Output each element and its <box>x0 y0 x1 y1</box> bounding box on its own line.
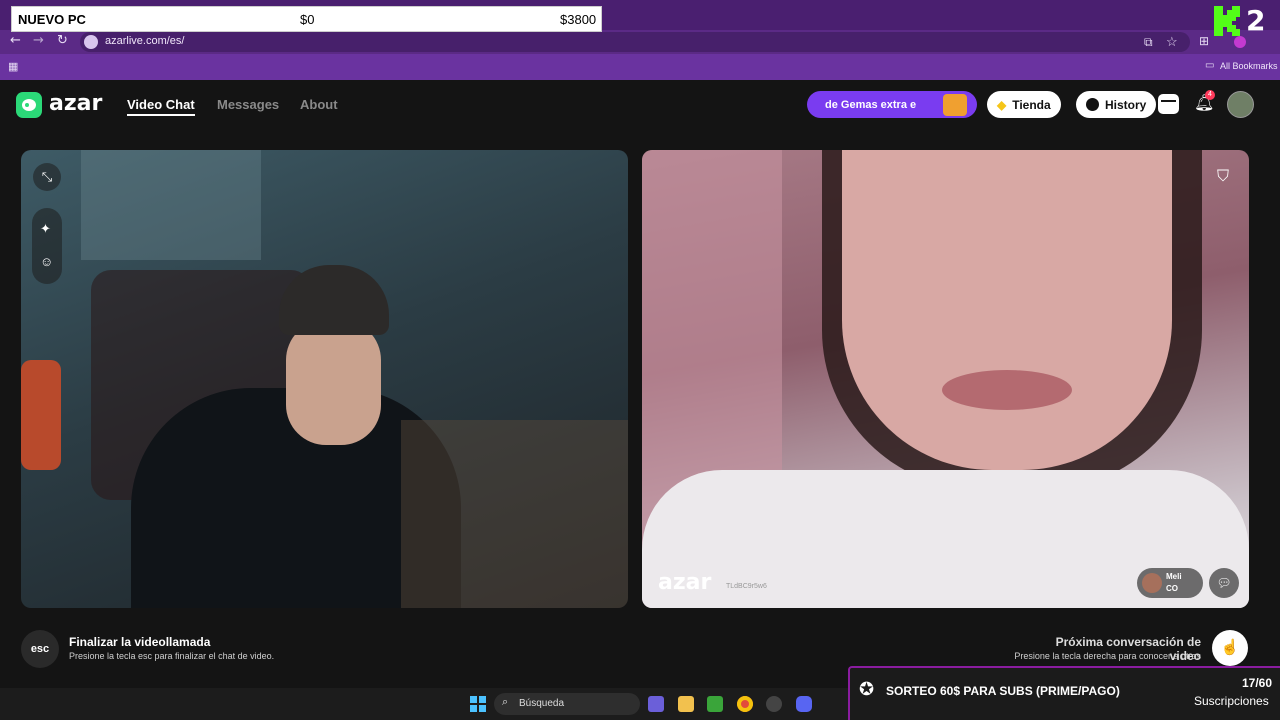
obs-app-icon[interactable] <box>766 696 782 712</box>
esc-key-button[interactable]: esc <box>21 630 59 668</box>
gems-promo-text: de Gemas extra e <box>825 98 917 111</box>
bookmark-star-icon[interactable]: ☆ <box>1166 34 1178 50</box>
apps-grid-icon[interactable]: ▦ <box>8 60 18 73</box>
stream-number: 2 <box>1246 4 1266 37</box>
local-video: ⤡ ✦ ☺ <box>21 150 628 608</box>
logo-text[interactable]: azar <box>49 91 102 116</box>
goal-target: $3800 <box>560 12 597 27</box>
person-face <box>286 320 381 445</box>
kick-badge: 2 <box>1212 4 1276 38</box>
diamond-icon: ◆ <box>997 97 1007 112</box>
bookmarks-bar: ▦ ▭ All Bookmarks <box>0 54 1280 80</box>
next-call-button[interactable]: ☝ <box>1212 630 1248 666</box>
treasure-chest-icon <box>943 94 967 116</box>
wall-shape <box>81 150 261 260</box>
discord-app-icon[interactable] <box>796 696 812 712</box>
reload-icon[interactable]: ↻ <box>57 33 68 48</box>
sub-goal-overlay: ✪ SORTEO 60$ PARA SUBS (PRIME/PAGO) 17/6… <box>848 666 1280 720</box>
windows-start-icon[interactable] <box>470 696 486 712</box>
next-call-description: Presione la tecla derecha para conocer a… <box>1014 651 1201 661</box>
remote-video: ⛉ azar TLdBC9r5w6 Meli CO 💬︎ <box>642 150 1249 608</box>
extensions-icon[interactable]: ⊞ <box>1199 34 1209 48</box>
avatar[interactable] <box>1227 91 1254 118</box>
meet-app-icon[interactable] <box>648 696 664 712</box>
sub-goal-label: Suscripciones <box>1194 694 1269 708</box>
azar-watermark: azar <box>658 570 712 595</box>
store-button[interactable]: ◆ Tienda <box>987 91 1061 118</box>
taskbar-search[interactable]: ⌕ Búsqueda <box>494 693 640 715</box>
partner-country: CO <box>1166 584 1178 593</box>
nav-video-chat[interactable]: Video Chat <box>127 97 195 116</box>
search-placeholder: Búsqueda <box>519 698 565 709</box>
remote-face <box>842 150 1172 470</box>
end-call-description: Presione la tecla esc para finalizar el … <box>69 651 275 661</box>
nav-about[interactable]: About <box>300 97 338 112</box>
address-bar[interactable]: azarlive.com/es/ <box>80 32 1190 52</box>
effects-toolbar: ✦ ☺ <box>32 208 62 284</box>
history-label: History <box>1105 97 1147 112</box>
nav-messages[interactable]: Messages <box>217 97 279 112</box>
floor-shape <box>401 420 628 608</box>
partner-name: Meli <box>1166 572 1182 581</box>
partner-avatar <box>1142 573 1162 593</box>
clock-icon <box>1086 98 1099 111</box>
azar-logo-icon[interactable] <box>16 92 42 118</box>
chat-bubble-icon[interactable]: 💬︎ <box>1209 568 1239 598</box>
gems-promo-button[interactable]: de Gemas extra e <box>807 91 977 118</box>
chrome-browser-icon[interactable] <box>737 696 753 712</box>
back-icon[interactable]: ← <box>10 33 21 48</box>
forward-icon[interactable]: → <box>33 33 44 48</box>
magic-wand-icon[interactable]: ✦ <box>40 221 51 237</box>
search-icon: ⌕ <box>502 696 509 708</box>
report-shield-icon[interactable]: ⛉ <box>1209 163 1237 191</box>
face-filter-icon[interactable]: ☺ <box>40 254 53 269</box>
url-text[interactable]: azarlive.com/es/ <box>105 35 184 47</box>
punching-bag-shape <box>21 360 61 470</box>
folder-icon: ▭ <box>1205 60 1215 71</box>
lips-shape <box>942 370 1072 410</box>
history-button[interactable]: History <box>1076 91 1157 118</box>
sub-goal-count: 17/60 <box>1242 676 1273 690</box>
file-explorer-icon[interactable] <box>678 696 694 712</box>
star-icon: ✪ <box>859 679 875 699</box>
notification-badge: 4 <box>1205 90 1215 100</box>
minimize-icon[interactable]: ⤡ <box>33 163 61 191</box>
session-id: TLdBC9r5w6 <box>726 583 767 590</box>
inbox-icon[interactable] <box>1158 94 1179 114</box>
end-call-title: Finalizar la videollamada <box>69 635 211 649</box>
goal-current: $0 <box>300 12 315 27</box>
donation-goal-overlay: NUEVO PC $0 $3800 <box>11 6 602 32</box>
cast-icon[interactable]: ⧉ <box>1144 35 1153 50</box>
site-info-icon[interactable] <box>84 35 98 49</box>
sub-goal-text: SORTEO 60$ PARA SUBS (PRIME/PAGO) <box>886 684 1120 698</box>
partner-profile-chip[interactable]: Meli CO <box>1137 568 1203 598</box>
goal-label: NUEVO PC <box>18 12 86 27</box>
all-bookmarks-link[interactable]: All Bookmarks <box>1220 61 1278 71</box>
kick-logo-icon <box>1214 6 1240 36</box>
nvidia-app-icon[interactable] <box>707 696 723 712</box>
store-label: Tienda <box>1012 97 1051 112</box>
